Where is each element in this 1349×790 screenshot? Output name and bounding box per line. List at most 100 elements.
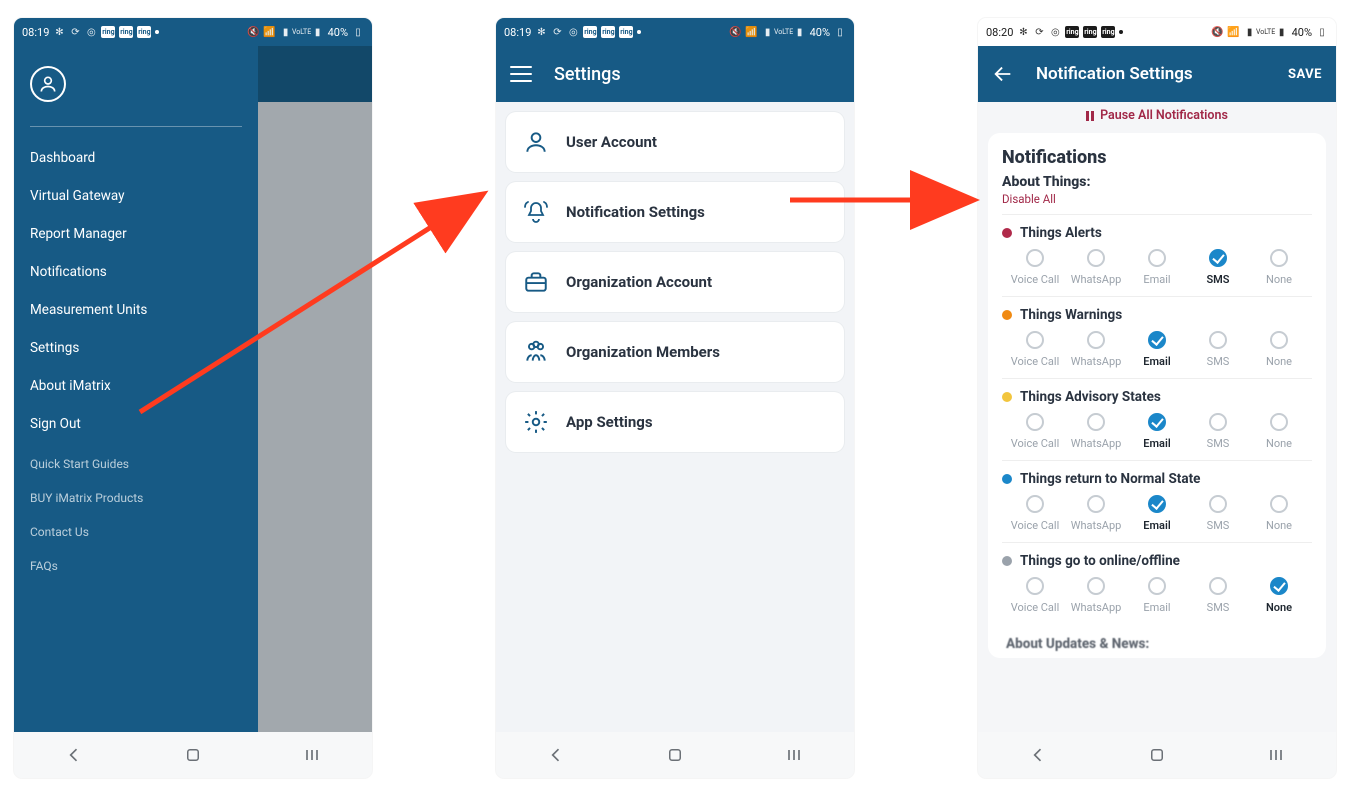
channel-option-label: None	[1266, 601, 1292, 614]
channel-option-email[interactable]: Email	[1128, 577, 1186, 614]
channel-option-whatsapp[interactable]: WhatsApp	[1067, 331, 1125, 368]
pause-all-notifications-button[interactable]: Pause All Notifications	[978, 102, 1336, 133]
channel-option-label: Email	[1143, 519, 1170, 532]
section-title: Notifications	[1002, 147, 1312, 168]
settings-item-organization-members[interactable]: Organization Members	[506, 322, 844, 382]
channel-option-label: Email	[1143, 273, 1170, 286]
drawer-item-sign-out[interactable]: Sign Out	[30, 405, 242, 443]
settings-item-app-settings[interactable]: App Settings	[506, 392, 844, 452]
drawer-item-notifications[interactable]: Notifications	[30, 253, 242, 291]
drawer-subitem-faqs[interactable]: FAQs	[30, 549, 242, 583]
radio-icon	[1209, 249, 1227, 267]
channel-option-label: Voice Call	[1011, 519, 1060, 532]
channel-option-none[interactable]: None	[1250, 331, 1308, 368]
android-nav-bar	[978, 732, 1336, 778]
channel-option-label: WhatsApp	[1071, 437, 1122, 450]
nav-home-button[interactable]	[1137, 746, 1177, 764]
status-time: 08:19	[22, 26, 49, 39]
category-name: Things go to online/offline	[1020, 553, 1180, 569]
drawer-item-settings[interactable]: Settings	[30, 329, 242, 367]
channel-option-whatsapp[interactable]: WhatsApp	[1067, 577, 1125, 614]
status-time: 08:20	[986, 26, 1013, 39]
channel-option-email[interactable]: Email	[1128, 331, 1186, 368]
radio-icon	[1148, 577, 1166, 595]
channel-option-none[interactable]: None	[1250, 413, 1308, 450]
nav-recents-button[interactable]	[774, 747, 814, 763]
drawer-item-about-imatrix[interactable]: About iMatrix	[30, 367, 242, 405]
nav-home-button[interactable]	[173, 746, 213, 764]
menu-button[interactable]	[510, 66, 532, 82]
radio-icon	[1087, 413, 1105, 431]
channel-option-sms[interactable]: SMS	[1189, 331, 1247, 368]
channel-option-voice-call[interactable]: Voice Call	[1006, 331, 1064, 368]
gear-icon	[522, 408, 550, 436]
radio-icon	[1270, 413, 1288, 431]
channel-option-voice-call[interactable]: Voice Call	[1006, 413, 1064, 450]
settings-item-user-account[interactable]: User Account	[506, 112, 844, 172]
settings-item-notification-settings[interactable]: Notification Settings	[506, 182, 844, 242]
more-notifications-icon	[637, 30, 641, 34]
nav-back-button[interactable]	[54, 745, 94, 765]
radio-icon	[1026, 413, 1044, 431]
nav-back-button[interactable]	[1018, 745, 1058, 765]
channel-option-email[interactable]: Email	[1128, 249, 1186, 286]
channel-option-whatsapp[interactable]: WhatsApp	[1067, 413, 1125, 450]
channel-option-label: SMS	[1207, 355, 1230, 368]
drawer-item-virtual-gateway[interactable]: Virtual Gateway	[30, 177, 242, 215]
drawer-subitem-quick-start-guides[interactable]: Quick Start Guides	[30, 447, 242, 481]
channel-option-voice-call[interactable]: Voice Call	[1006, 495, 1064, 532]
people-icon	[522, 338, 550, 366]
channel-option-label: None	[1266, 355, 1292, 368]
channel-option-none[interactable]: None	[1250, 577, 1308, 614]
wifi-icon: 📶	[1228, 26, 1240, 38]
status-bar: 08:19 ✻ ⟳ ◎ ring ring ring 🔇 📶 ▮ VoLTE ▮…	[14, 18, 372, 46]
channel-option-email[interactable]: Email	[1128, 413, 1186, 450]
volte-icon: VoLTE	[1260, 26, 1272, 38]
channel-option-sms[interactable]: SMS	[1189, 249, 1247, 286]
nav-back-button[interactable]	[536, 745, 576, 765]
category-color-dot-icon	[1002, 228, 1012, 238]
channel-option-label: None	[1266, 437, 1292, 450]
profile-avatar-icon[interactable]	[30, 66, 66, 102]
channel-option-sms[interactable]: SMS	[1189, 413, 1247, 450]
category-color-dot-icon	[1002, 392, 1012, 402]
back-button[interactable]	[992, 63, 1014, 85]
signal-icon: ▮	[1276, 26, 1288, 38]
channel-option-whatsapp[interactable]: WhatsApp	[1067, 495, 1125, 532]
channel-option-whatsapp[interactable]: WhatsApp	[1067, 249, 1125, 286]
channel-option-email[interactable]: Email	[1128, 495, 1186, 532]
save-button[interactable]: SAVE	[1288, 67, 1322, 82]
nav-recents-button[interactable]	[292, 747, 332, 763]
signal-icon: ▮	[1244, 26, 1256, 38]
subsection-title: About Things:	[1002, 174, 1312, 190]
settings-item-organization-account[interactable]: Organization Account	[506, 252, 844, 312]
channel-option-label: SMS	[1206, 273, 1229, 286]
radio-icon	[1270, 577, 1288, 595]
channel-option-label: Email	[1143, 437, 1170, 450]
drawer-item-dashboard[interactable]: Dashboard	[30, 139, 242, 177]
channel-option-sms[interactable]: SMS	[1189, 495, 1247, 532]
drawer-subitem-contact-us[interactable]: Contact Us	[30, 515, 242, 549]
nav-recents-button[interactable]	[1256, 747, 1296, 763]
drawer-subitem-buy-imatrix-products[interactable]: BUY iMatrix Products	[30, 481, 242, 515]
channel-option-label: Voice Call	[1011, 601, 1060, 614]
channel-option-voice-call[interactable]: Voice Call	[1006, 577, 1064, 614]
disable-all-button[interactable]: Disable All	[1002, 192, 1312, 206]
navigation-drawer: DashboardVirtual GatewayReport ManagerNo…	[14, 46, 258, 732]
more-notifications-icon	[1119, 30, 1123, 34]
case-icon	[522, 268, 550, 296]
drawer-item-report-manager[interactable]: Report Manager	[30, 215, 242, 253]
page-title: Notification Settings	[1036, 64, 1266, 84]
settings-item-label: User Account	[566, 133, 657, 151]
channel-option-voice-call[interactable]: Voice Call	[1006, 249, 1064, 286]
sync-icon: ⟳	[551, 26, 563, 38]
nav-home-button[interactable]	[655, 746, 695, 764]
channel-option-none[interactable]: None	[1250, 249, 1308, 286]
channel-option-none[interactable]: None	[1250, 495, 1308, 532]
drawer-item-measurement-units[interactable]: Measurement Units	[30, 291, 242, 329]
app-badge-icon: ring	[1083, 26, 1097, 38]
bell-icon	[522, 198, 550, 226]
radio-icon	[1148, 495, 1166, 513]
signal-icon: ▮	[280, 26, 292, 38]
channel-option-sms[interactable]: SMS	[1189, 577, 1247, 614]
